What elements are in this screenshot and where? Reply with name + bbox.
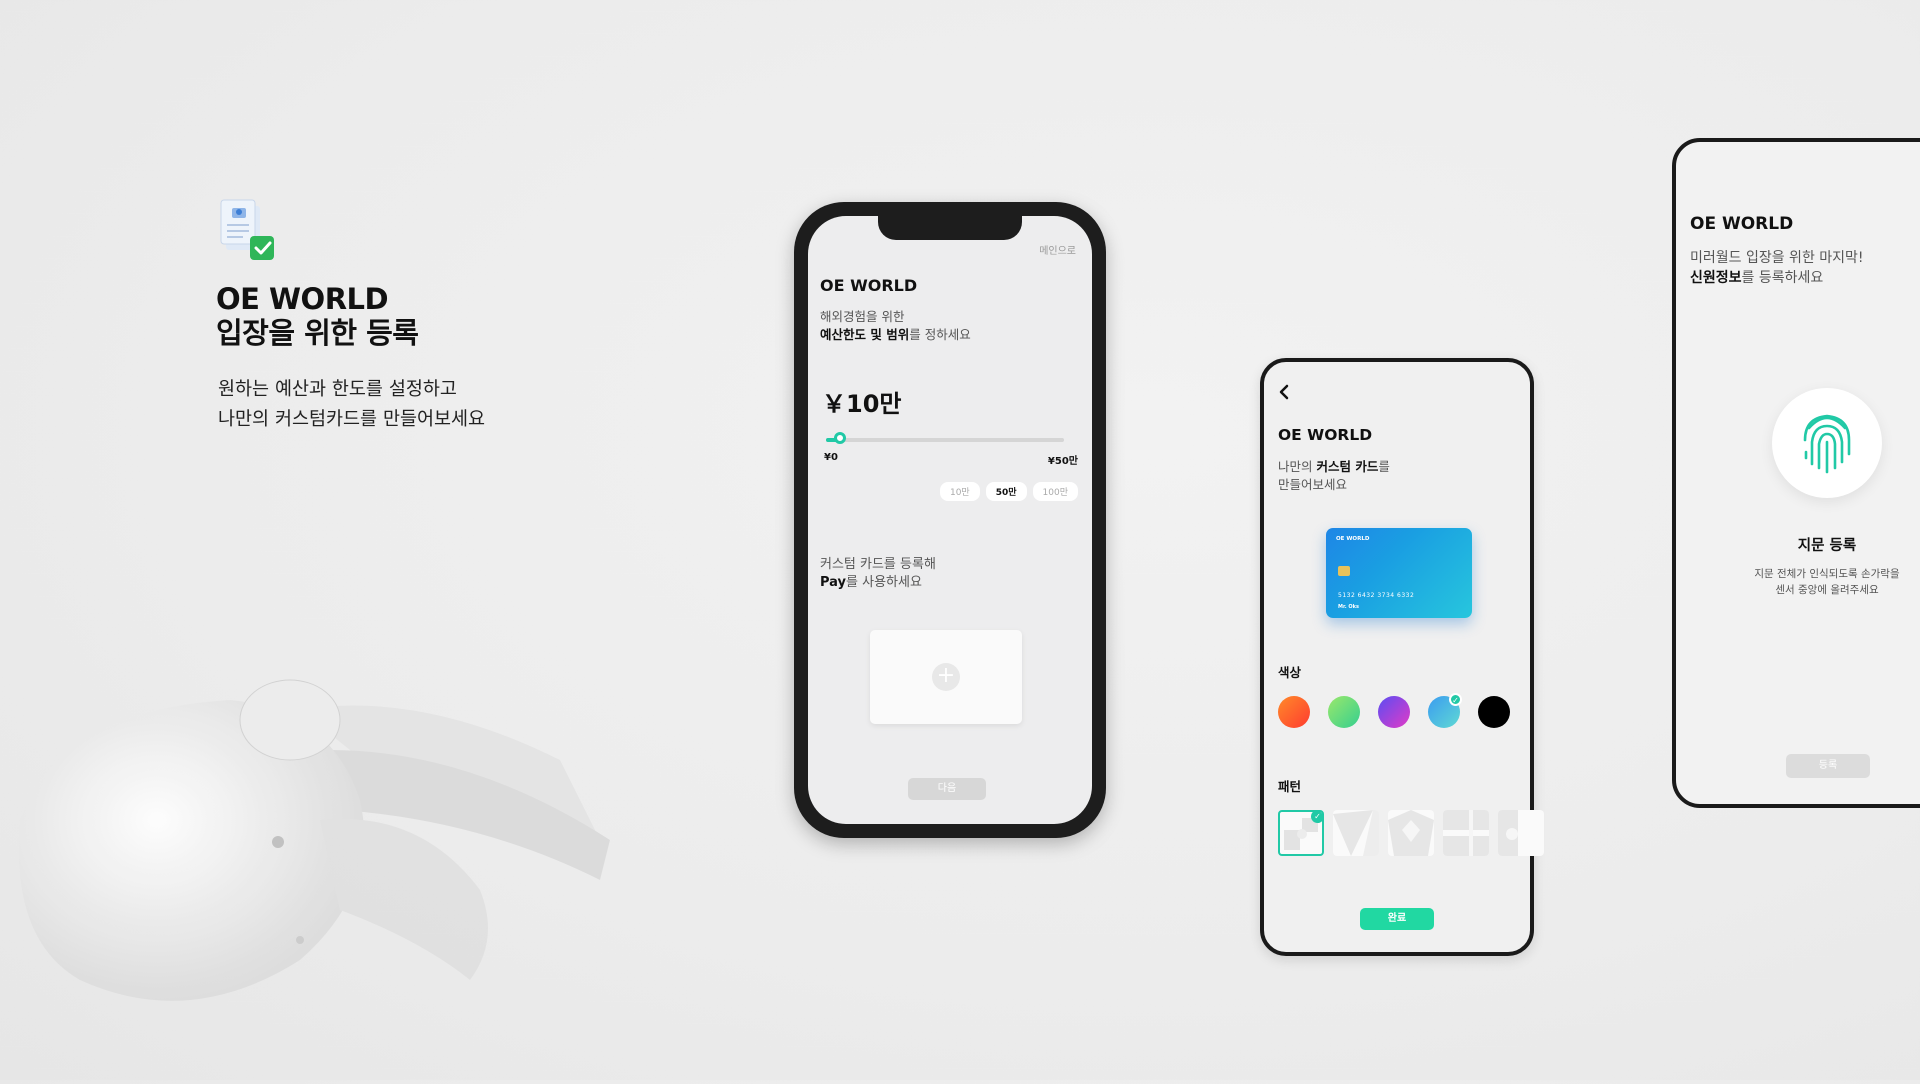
phone-budget: 메인으로 OE WORLD 해외경험을 위한 예산한도 및 범위를 정하세요 ￥… (794, 202, 1106, 838)
card-brand: OE WORLD (1336, 536, 1370, 542)
budget-desc-bold: 예산한도 및 범위 (820, 327, 910, 342)
pattern-section-label: 패턴 (1278, 779, 1302, 794)
check-icon: ✓ (1311, 812, 1322, 823)
color-swatch-purple[interactable] (1378, 696, 1410, 728)
fp-instr-line2: 센서 중앙에 올려주세요 (1775, 584, 1879, 596)
color-swatch-green[interactable] (1328, 696, 1360, 728)
prompt-bold: Pay (820, 575, 847, 590)
next-button[interactable]: 다음 (908, 778, 986, 800)
card-desc-line2: 만들어보세요 (1278, 477, 1348, 492)
phone-card-customize: OE WORLD 나만의 커스텀 카드를 만들어보세요 OE WORLD 513… (1260, 358, 1544, 956)
fingerprint-icon (1803, 414, 1851, 474)
plus-icon: + (932, 663, 960, 691)
budget-slider-thumb[interactable] (834, 432, 846, 444)
card-desc-line1: 나만의 커스텀 카드를 (1278, 458, 1390, 476)
card-desc-post: 를 (1378, 459, 1390, 474)
fp-desc-line2: 신원정보를 등록하세요 (1690, 268, 1864, 288)
phone-notch (878, 216, 1022, 240)
budget-amount: ￥10만 (822, 390, 902, 418)
fp-desc-line1: 미러월드 입장을 위한 마지막! (1690, 250, 1864, 266)
fp-desc-bold: 신원정보 (1690, 270, 1742, 286)
register-button[interactable]: 등록 (1786, 754, 1870, 778)
budget-description: 해외경험을 위한 예산한도 및 범위를 정하세요 (820, 308, 971, 344)
fp-instr-line1: 지문 전체가 인식되도록 손가락을 (1754, 568, 1900, 580)
color-swatch-black[interactable] (1478, 696, 1510, 728)
hero-title-line1: OE WORLD (216, 282, 389, 316)
hero-subtitle-line2: 나만의 커스텀카드를 만들어보세요 (218, 409, 486, 430)
budget-desc-line1: 해외경험을 위한 (820, 309, 905, 324)
hero-subtitle: 원하는 예산과 한도를 설정하고 나만의 커스텀카드를 만들어보세요 (218, 375, 485, 435)
chevron-left-icon[interactable] (1278, 384, 1290, 405)
done-button[interactable]: 완료 (1360, 908, 1434, 930)
budget-desc-rest: 를 정하세요 (909, 327, 971, 342)
vr-headset-image (0, 560, 640, 1080)
amount-chip[interactable]: 10만 (939, 482, 980, 501)
check-icon: ✓ (1449, 693, 1462, 706)
amount-chips: 10만 50만 100만 (939, 482, 1078, 501)
add-card-button[interactable]: + (870, 630, 1022, 724)
brand-title: OE WORLD (1278, 426, 1373, 444)
color-section-label: 색상 (1278, 665, 1302, 680)
hero-title-line2: 입장을 위한 등록 (216, 316, 419, 350)
skip-to-main-link[interactable]: 메인으로 (1039, 242, 1076, 257)
slider-max-label: ¥50만 (1047, 456, 1078, 467)
pattern-option[interactable] (1498, 810, 1544, 856)
prompt-rest: 를 사용하세요 (846, 575, 922, 590)
hero-subtitle-line1: 원하는 예산과 한도를 설정하고 (218, 379, 457, 400)
color-swatch-orange-red[interactable] (1278, 696, 1310, 728)
phone-budget-screen: 메인으로 OE WORLD 해외경험을 위한 예산한도 및 범위를 정하세요 ￥… (808, 216, 1092, 824)
card-description: 나만의 커스텀 카드를 만들어보세요 (1278, 458, 1390, 494)
prompt-line2: Pay를 사용하세요 (820, 574, 936, 592)
pattern-option[interactable] (1443, 810, 1489, 856)
color-swatches: ✓ (1278, 693, 1510, 728)
hero-title: OE WORLD 입장을 위한 등록 (216, 282, 419, 350)
color-swatch-sky[interactable]: ✓ (1428, 693, 1462, 728)
brand-title: OE WORLD (820, 276, 918, 295)
pattern-option[interactable] (1333, 810, 1379, 856)
fp-desc-rest: 를 등록하세요 (1741, 270, 1824, 286)
pattern-option[interactable] (1388, 810, 1434, 856)
slider-min-label: ¥0 (824, 452, 838, 463)
card-register-prompt: 커스텀 카드를 등록해 Pay를 사용하세요 (820, 556, 936, 592)
amount-chip[interactable]: 100만 (1032, 482, 1078, 501)
document-check-icon (218, 198, 278, 264)
fingerprint-instructions: 지문 전체가 인식되도록 손가락을 센서 중앙에 올려주세요 (1716, 566, 1920, 598)
card-number: 5132 6432 3734 6332 (1338, 592, 1415, 599)
budget-slider[interactable] (826, 432, 1064, 444)
fingerprint-title: 지문 등록 (1797, 538, 1857, 554)
budget-desc-line2: 예산한도 및 범위를 정하세요 (820, 326, 971, 344)
card-chip-icon (1338, 566, 1350, 576)
amount-chip[interactable]: 50만 (985, 482, 1027, 501)
card-holder: Mr. Oks (1338, 604, 1359, 610)
fingerprint-description: 미러월드 입장을 위한 마지막! 신원정보를 등록하세요 (1690, 248, 1864, 288)
brand-title: OE WORLD (1690, 214, 1794, 234)
prompt-line1: 커스텀 카드를 등록해 (820, 557, 936, 572)
phone-fingerprint: OE WORLD 미러월드 입장을 위한 마지막! 신원정보를 등록하세요 지문… (1672, 138, 1920, 808)
card-preview: OE WORLD 5132 6432 3734 6332 Mr. Oks (1326, 528, 1472, 618)
card-desc-bold: 커스텀 카드 (1316, 459, 1379, 474)
pattern-options: ✓ (1278, 810, 1544, 856)
fingerprint-sensor[interactable] (1772, 388, 1882, 498)
pattern-option[interactable]: ✓ (1278, 810, 1324, 856)
card-desc-pre: 나만의 (1278, 459, 1317, 474)
